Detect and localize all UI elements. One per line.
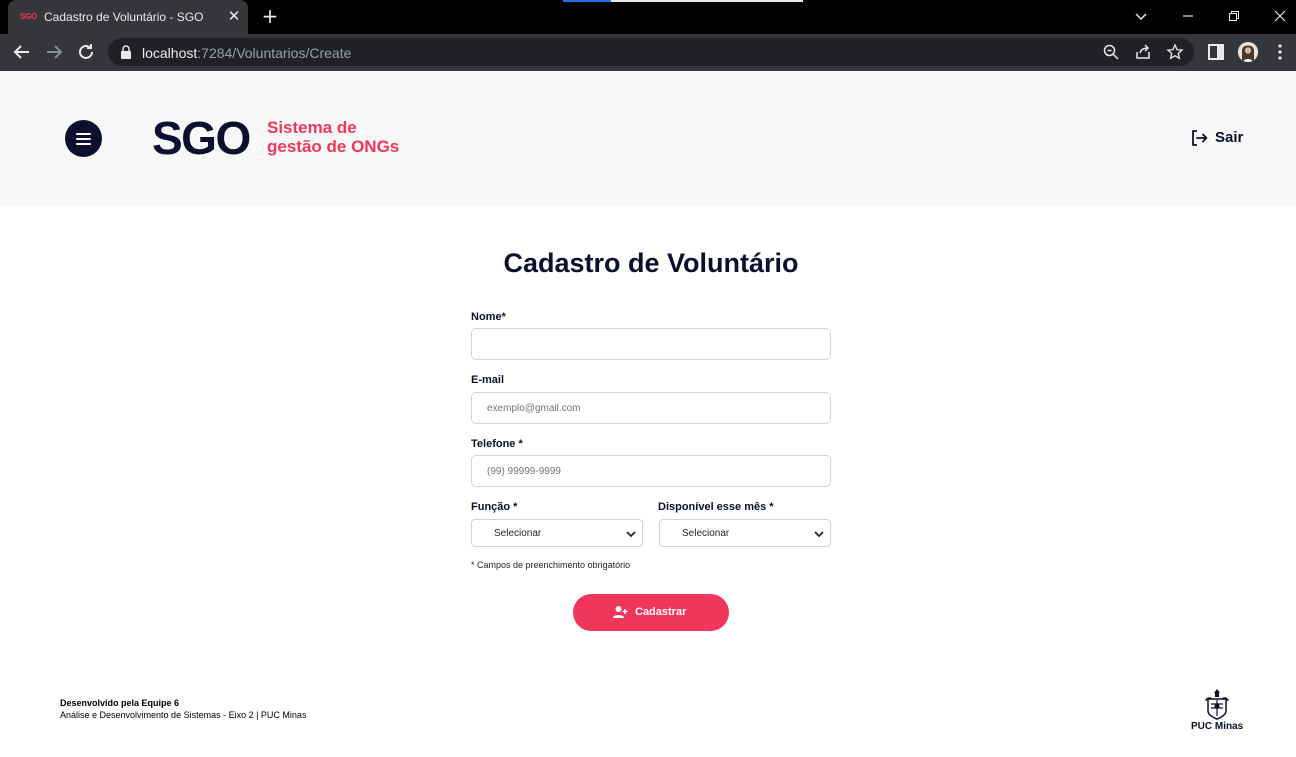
logo-subtitle: Sistema de gestão de ONGs	[267, 118, 399, 156]
loading-indicator-progress	[563, 0, 611, 2]
site-header: SGO Sistema de gestão de ONGs Sair	[0, 71, 1296, 206]
forward-arrow-icon[interactable]	[42, 40, 66, 64]
browser-tab-bar: SGO Cadastro de Voluntário - SGO ✕ +	[0, 0, 1296, 34]
telefone-label: Telefone *	[471, 438, 523, 450]
telefone-field[interactable]	[471, 455, 831, 487]
funcao-select[interactable]: Selecionar	[471, 519, 643, 547]
menu-icon-line	[76, 138, 91, 140]
disponivel-label: Disponível esse mês *	[658, 501, 774, 513]
disponivel-selected-value: Selecionar	[682, 528, 730, 539]
tab-title: Cadastro de Voluntário - SGO	[44, 10, 204, 24]
page: SGO Sistema de gestão de ONGs Sair Cadas…	[0, 71, 1296, 757]
tab-close-icon[interactable]: ✕	[226, 8, 242, 24]
lock-icon[interactable]	[120, 45, 132, 59]
url-text[interactable]: localhost:7284/Voluntarios/Create	[142, 45, 351, 61]
menu-icon-line	[76, 133, 91, 135]
required-fields-note: * Campos de preenchimento obrigatório	[471, 560, 631, 570]
puc-minas-emblem-icon	[1205, 689, 1229, 720]
zoom-icon[interactable]	[1102, 43, 1120, 61]
email-field[interactable]	[471, 392, 831, 424]
add-user-icon	[613, 606, 628, 618]
restore-icon[interactable]	[1222, 4, 1246, 28]
tab-search-chevron-icon[interactable]	[1129, 4, 1153, 28]
nome-label: Nome*	[471, 311, 506, 323]
bookmark-star-icon[interactable]	[1166, 43, 1184, 61]
funcao-label: Função *	[471, 501, 518, 513]
minimize-icon[interactable]	[1176, 4, 1200, 28]
sgo-favicon-icon: SGO	[20, 12, 37, 21]
logo-subtitle-line2: gestão de ONGs	[267, 137, 400, 156]
reload-icon[interactable]	[74, 40, 98, 64]
cadastrar-label: Cadastrar	[635, 606, 687, 618]
cadastrar-button[interactable]: Cadastrar	[573, 594, 729, 631]
menu-icon-line	[76, 143, 91, 145]
side-panel-icon[interactable]	[1206, 42, 1226, 62]
puc-minas-label: PUC Minas	[1191, 721, 1244, 732]
footer-course: Análise e Desenvolvimento de Sistemas - …	[60, 710, 307, 720]
close-window-icon[interactable]	[1268, 4, 1292, 28]
back-arrow-icon[interactable]	[10, 40, 34, 64]
avatar-icon	[1238, 42, 1258, 62]
email-label: E-mail	[471, 374, 505, 386]
chevron-down-icon	[814, 531, 824, 538]
disponivel-select[interactable]: Selecionar	[659, 519, 831, 547]
new-tab-icon[interactable]: +	[259, 5, 281, 27]
url-host: localhost	[142, 45, 198, 61]
profile-avatar[interactable]	[1238, 42, 1258, 62]
browser-tab[interactable]: SGO Cadastro de Voluntário - SGO ✕	[8, 0, 248, 34]
more-menu-icon[interactable]	[1270, 42, 1290, 62]
logo-wordmark: SGO	[152, 112, 251, 164]
footer-team: Desenvolvido pela Equipe 6	[60, 698, 180, 708]
funcao-selected-value: Selecionar	[494, 528, 542, 539]
logout-icon	[1192, 130, 1208, 146]
page-title: Cadastro de Voluntário	[503, 248, 799, 278]
nome-field[interactable]	[471, 328, 831, 360]
logout-label: Sair	[1215, 129, 1244, 146]
hamburger-menu-button[interactable]	[65, 120, 102, 157]
share-icon[interactable]	[1134, 43, 1152, 61]
chevron-down-icon	[626, 531, 636, 538]
url-path: :7284/Voluntarios/Create	[197, 45, 352, 61]
logo-subtitle-line1: Sistema de	[267, 118, 357, 137]
browser-toolbar: localhost:7284/Voluntarios/Create	[0, 34, 1296, 71]
address-bar[interactable]: localhost:7284/Voluntarios/Create	[108, 38, 1194, 66]
